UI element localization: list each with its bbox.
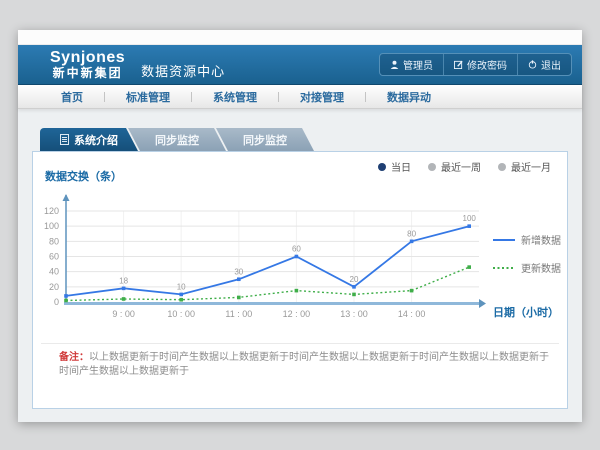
app-window: Synjones 新中新集团 数据资源中心 管理员 修改密码 退出: [18, 30, 582, 422]
brand-logo-en: Synjones: [50, 50, 125, 67]
time-range-options: 当日 最近一周 最近一月: [378, 159, 551, 174]
footnote-text: 以上数据更新于时间产生数据以上数据更新于时间产生数据以上数据更新于时间产生数据以…: [59, 352, 549, 377]
series-legend: 新增数据更新数据: [493, 232, 561, 275]
app-header: Synjones 新中新集团 数据资源中心 管理员 修改密码 退出: [18, 45, 582, 85]
svg-text:0: 0: [54, 297, 59, 307]
svg-text:11 : 00: 11 : 00: [225, 309, 252, 319]
radio-icon: [378, 163, 386, 171]
svg-text:80: 80: [407, 229, 416, 238]
svg-text:10: 10: [177, 282, 186, 291]
tab-bar: 系统介绍 同步监控 同步监控: [40, 128, 314, 151]
tab-2[interactable]: 同步监控: [216, 128, 314, 151]
svg-text:60: 60: [49, 252, 59, 262]
svg-text:60: 60: [292, 245, 301, 254]
radio-icon: [498, 163, 506, 171]
page-title: 数据资源中心: [141, 61, 225, 80]
tab-label: 同步监控: [243, 132, 287, 148]
legend-item-0: 新增数据: [493, 232, 561, 247]
svg-text:9 : 00: 9 : 00: [112, 309, 135, 319]
range-option-0[interactable]: 当日: [378, 159, 411, 174]
x-axis-title: 日期（小时）: [493, 304, 559, 320]
svg-text:120: 120: [44, 206, 59, 216]
svg-text:20: 20: [49, 282, 59, 292]
legend-label: 更新数据: [521, 260, 561, 275]
main-nav: 首页标准管理系统管理对接管理数据异动: [18, 85, 582, 109]
svg-text:14 : 00: 14 : 00: [398, 309, 426, 319]
range-option-label: 最近一周: [441, 159, 481, 174]
power-icon: [528, 60, 537, 69]
window-chrome: [18, 30, 582, 45]
nav-item-2[interactable]: 系统管理: [192, 89, 278, 105]
legend-line-swatch: [493, 265, 515, 271]
panel-divider: [41, 343, 559, 344]
nav-item-1[interactable]: 标准管理: [105, 89, 191, 105]
user-icon: [390, 60, 399, 69]
svg-text:18: 18: [119, 276, 128, 285]
brand-logo-cn: 新中新集团: [50, 67, 125, 80]
current-user-label: 管理员: [403, 57, 433, 72]
change-password-label: 修改密码: [467, 57, 507, 72]
y-axis-title: 数据交换（条）: [45, 168, 122, 184]
nav-item-3[interactable]: 对接管理: [279, 89, 365, 105]
svg-text:13 : 00: 13 : 00: [340, 309, 368, 319]
tab-label: 同步监控: [155, 132, 199, 148]
range-option-1[interactable]: 最近一周: [428, 159, 481, 174]
nav-item-0[interactable]: 首页: [40, 89, 104, 105]
svg-text:10 : 00: 10 : 00: [167, 309, 195, 319]
legend-item-1: 更新数据: [493, 260, 561, 275]
chart-panel: 当日 最近一周 最近一月 数据交换（条） 日期（小时） 0 20 40 60 80 100 12…: [32, 151, 568, 409]
svg-text:100: 100: [44, 221, 59, 231]
range-option-label: 最近一月: [511, 159, 551, 174]
legend-label: 新增数据: [521, 232, 561, 247]
logout-button[interactable]: 退出: [517, 54, 571, 75]
document-icon: [60, 134, 69, 145]
brand-logo: Synjones 新中新集团: [50, 50, 125, 79]
edit-icon: [454, 60, 463, 69]
tab-1[interactable]: 同步监控: [128, 128, 226, 151]
footnote-label: 备注：: [59, 352, 89, 363]
svg-text:30: 30: [234, 267, 243, 276]
svg-text:20: 20: [350, 275, 359, 284]
footnote: 备注：以上数据更新于时间产生数据以上数据更新于时间产生数据以上数据更新于时间产生…: [59, 351, 555, 379]
change-password-button[interactable]: 修改密码: [443, 54, 517, 75]
svg-text:12 : 00: 12 : 00: [283, 309, 311, 319]
range-option-label: 当日: [391, 159, 411, 174]
legend-line-swatch: [493, 237, 515, 243]
svg-text:80: 80: [49, 236, 59, 246]
current-user-button[interactable]: 管理员: [380, 54, 443, 75]
svg-text:100: 100: [463, 214, 477, 223]
nav-item-4[interactable]: 数据异动: [366, 89, 452, 105]
radio-icon: [428, 163, 436, 171]
header-actions: 管理员 修改密码 退出: [379, 53, 572, 76]
logout-label: 退出: [541, 57, 561, 72]
content-area: 系统介绍 同步监控 同步监控 当日 最近一周 最近一月 数据交换（条） 日期（小时） 0…: [18, 109, 582, 422]
tab-0[interactable]: 系统介绍: [40, 128, 138, 151]
range-option-2[interactable]: 最近一月: [498, 159, 551, 174]
tab-label: 系统介绍: [74, 132, 118, 148]
svg-text:40: 40: [49, 267, 59, 277]
